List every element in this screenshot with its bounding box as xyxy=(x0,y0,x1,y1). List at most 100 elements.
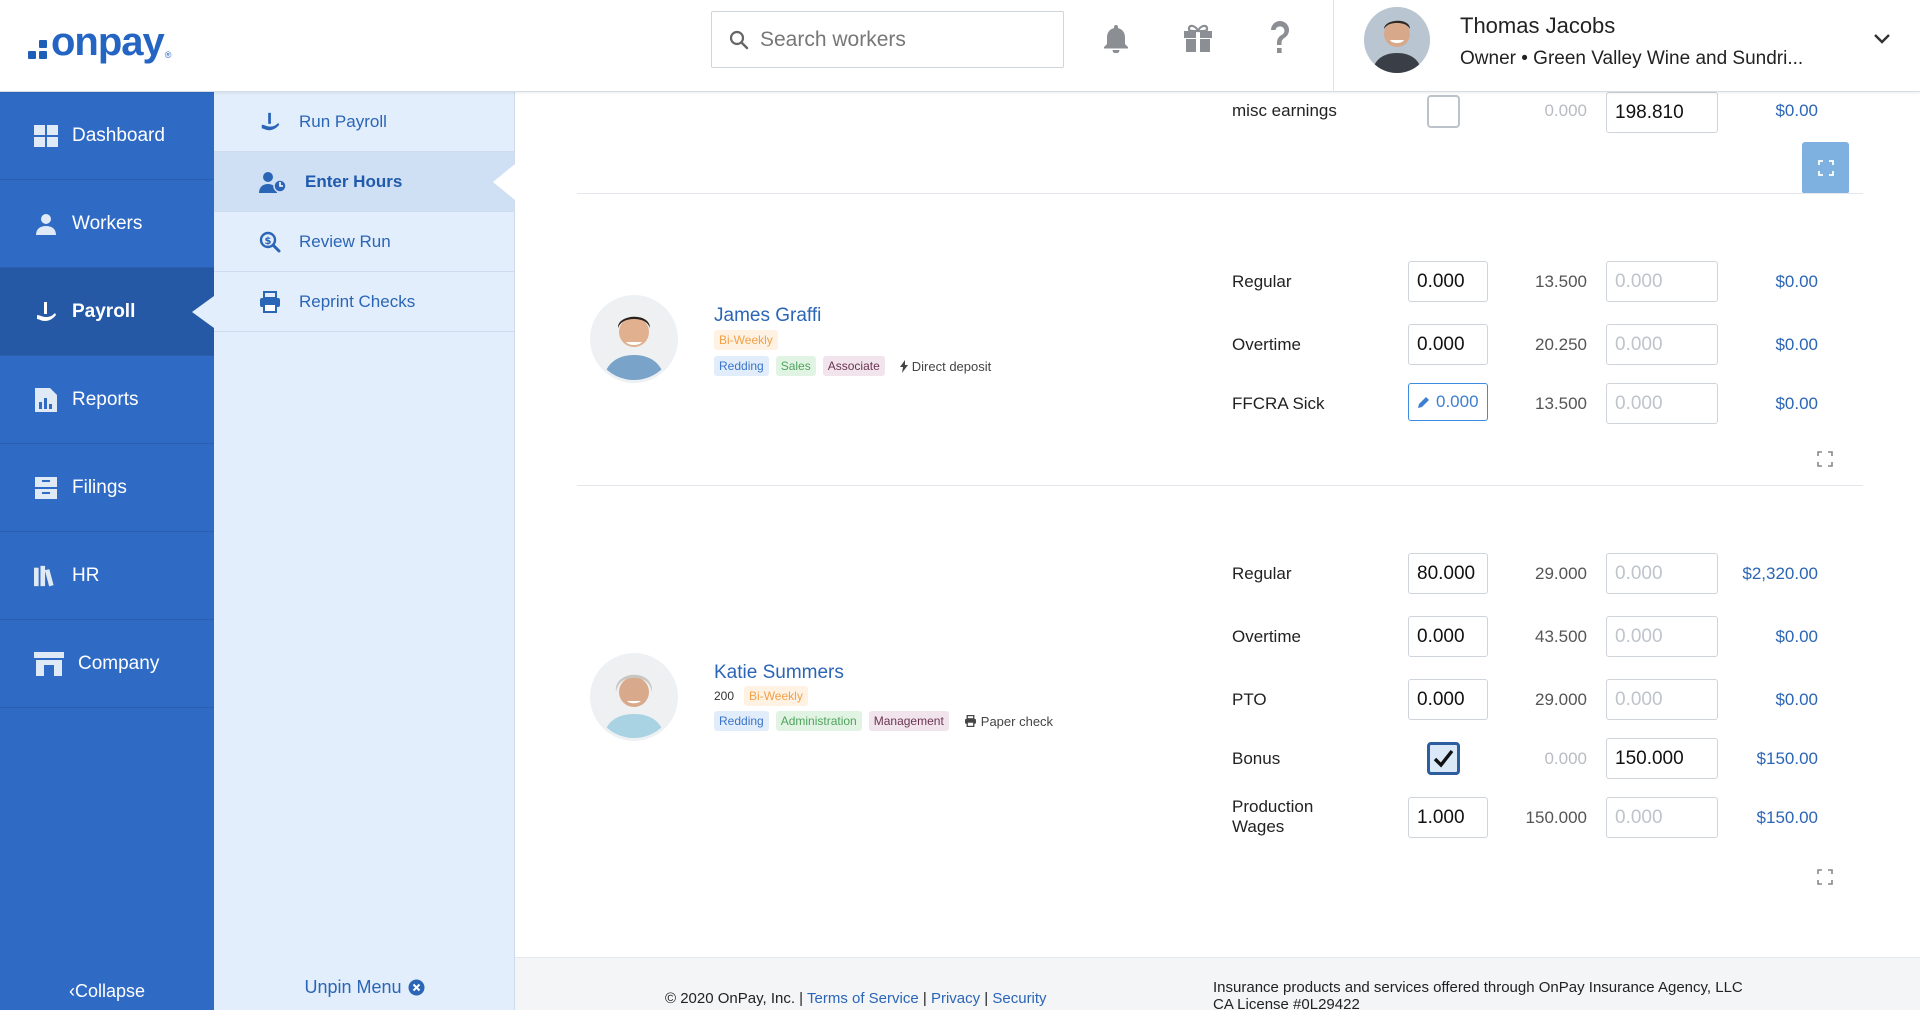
reports-icon xyxy=(34,387,58,412)
onpay-logo[interactable]: onpay ® xyxy=(28,20,171,65)
sidebar-item-filings[interactable]: Filings xyxy=(0,444,214,532)
bell-icon[interactable] xyxy=(1098,20,1134,56)
expand-icon[interactable] xyxy=(1817,451,1833,467)
svg-text:$: $ xyxy=(265,236,272,247)
footer-separator: | xyxy=(984,990,989,1007)
payroll-submenu: Run Payroll Enter Hours $ Review Run Rep… xyxy=(214,92,515,1010)
workers-icon xyxy=(34,212,58,236)
earning-amount-input[interactable]: 150.000 xyxy=(1606,738,1718,779)
earning-label: Regular xyxy=(1232,564,1292,583)
earning-rate: 20.250 xyxy=(1535,335,1587,354)
earning-rate: 150.000 xyxy=(1525,808,1587,827)
submenu-review-run[interactable]: $ Review Run xyxy=(214,212,514,272)
earning-total: $0.00 xyxy=(1775,335,1818,354)
sidebar-item-dashboard[interactable]: Dashboard xyxy=(0,92,214,180)
header-divider xyxy=(1333,0,1334,92)
sidebar-item-hr[interactable]: HR xyxy=(0,532,214,620)
sidebar-item-label: Dashboard xyxy=(72,124,165,146)
sidebar-item-company[interactable]: Company xyxy=(0,620,214,708)
chevron-down-icon[interactable] xyxy=(1872,28,1892,48)
worker-avatar xyxy=(590,295,678,383)
sidebar-item-label: Filings xyxy=(72,476,127,498)
security-link[interactable]: Security xyxy=(992,990,1046,1007)
sidebar-item-label: Company xyxy=(78,652,160,674)
earning-amount-input[interactable]: 0.000 xyxy=(1606,383,1718,424)
hours-input[interactable]: 80.000 xyxy=(1408,553,1488,594)
search-input[interactable] xyxy=(760,27,1040,52)
pay-method: Paper check xyxy=(964,714,1053,729)
bonus-checkbox[interactable] xyxy=(1427,742,1460,775)
hours-input[interactable]: 0.000 xyxy=(1408,616,1488,657)
department-badge: Administration xyxy=(775,711,862,731)
hours-input[interactable]: 0.000 xyxy=(1408,679,1488,720)
user-clock-icon xyxy=(259,171,287,193)
hours-input[interactable]: 1.000 xyxy=(1408,797,1488,838)
earning-amount-input[interactable]: 0.000 xyxy=(1606,553,1718,594)
submenu-reprint-checks[interactable]: Reprint Checks xyxy=(214,272,514,332)
earning-label: misc earnings xyxy=(1232,101,1337,120)
earning-rate: 13.500 xyxy=(1535,272,1587,291)
earning-amount-input[interactable]: 0.000 xyxy=(1606,616,1718,657)
payroll-hand-icon xyxy=(259,111,281,133)
expand-button[interactable] xyxy=(1802,142,1849,194)
earning-label: Regular xyxy=(1232,272,1292,291)
insurance-disclaimer: Insurance products and services offered … xyxy=(1213,979,1743,1010)
frequency-badge: Bi-Weekly xyxy=(714,330,778,350)
worker-pay-frequency: Bi-Weekly xyxy=(714,330,785,350)
user-company[interactable]: Owner • Green Valley Wine and Sundri... xyxy=(1460,48,1803,70)
hours-edit-input[interactable]: 0.000 xyxy=(1408,383,1488,421)
user-avatar[interactable] xyxy=(1364,7,1430,73)
earning-label: FFCRA Sick xyxy=(1232,394,1325,413)
earning-rate: 29.000 xyxy=(1535,690,1587,709)
sidebar-item-label: HR xyxy=(72,564,100,586)
search-box[interactable] xyxy=(711,11,1064,68)
earning-checkbox[interactable] xyxy=(1427,95,1460,128)
worker-name-link[interactable]: James Graffi xyxy=(714,305,821,327)
earning-amount-input[interactable]: 0.000 xyxy=(1606,324,1718,365)
location-badge: Redding xyxy=(714,711,769,731)
checkmark-icon xyxy=(1433,749,1454,768)
earning-amount-input[interactable]: 0.000 xyxy=(1606,797,1718,838)
worker-number: 200 xyxy=(714,689,735,703)
unpin-menu-button[interactable]: Unpin Menu xyxy=(214,977,515,998)
sidebar-item-workers[interactable]: Workers xyxy=(0,180,214,268)
earning-rate: 0.000 xyxy=(1544,101,1587,120)
submenu-run-payroll[interactable]: Run Payroll xyxy=(214,92,514,152)
search-dollar-icon: $ xyxy=(259,231,281,253)
worker-avatar xyxy=(590,653,678,741)
sidebar-item-label: Payroll xyxy=(72,300,136,322)
expand-icon[interactable] xyxy=(1817,869,1833,885)
earning-total: $0.00 xyxy=(1775,394,1818,413)
earning-rate: 13.500 xyxy=(1535,394,1587,413)
earning-total: $2,320.00 xyxy=(1742,564,1818,583)
main-sidebar: Dashboard Workers Payroll Reports Filing… xyxy=(0,92,214,1010)
hours-input[interactable]: 0.000 xyxy=(1408,324,1488,365)
user-name[interactable]: Thomas Jacobs xyxy=(1460,13,1615,39)
earning-rate: 43.500 xyxy=(1535,627,1587,646)
earning-amount-input[interactable]: 198.810 xyxy=(1606,92,1718,133)
sidebar-item-reports[interactable]: Reports xyxy=(0,356,214,444)
search-icon xyxy=(729,30,749,49)
footer-links: © 2020 OnPay, Inc. | Terms of Service | … xyxy=(665,990,1047,1007)
earning-label: Production Wages xyxy=(1232,797,1314,836)
sidebar-item-payroll[interactable]: Payroll xyxy=(0,268,214,356)
submenu-enter-hours[interactable]: Enter Hours xyxy=(214,152,515,212)
hours-input[interactable]: 0.000 xyxy=(1408,261,1488,302)
insurance-line: Insurance products and services offered … xyxy=(1213,979,1743,996)
earning-label: Overtime xyxy=(1232,335,1301,354)
role-badge: Associate xyxy=(822,356,885,376)
top-header: onpay ® Thomas Jacobs Owner • Green Vall… xyxy=(0,0,1920,92)
sidebar-item-label: Reports xyxy=(72,388,139,410)
help-icon[interactable] xyxy=(1262,20,1298,56)
collapse-button[interactable]: ‹Collapse xyxy=(0,981,214,1002)
privacy-link[interactable]: Privacy xyxy=(931,990,980,1007)
footer-separator: | xyxy=(922,990,927,1007)
worker-name-link[interactable]: Katie Summers xyxy=(714,662,844,684)
earning-amount-input[interactable]: 0.000 xyxy=(1606,261,1718,302)
gift-icon[interactable] xyxy=(1180,20,1216,56)
worker-tags: Redding Sales Associate Direct deposit xyxy=(714,356,991,376)
earning-amount-input[interactable]: 0.000 xyxy=(1606,679,1718,720)
terms-link[interactable]: Terms of Service xyxy=(807,990,919,1007)
pay-method: Direct deposit xyxy=(899,359,991,374)
filings-icon xyxy=(34,476,58,500)
